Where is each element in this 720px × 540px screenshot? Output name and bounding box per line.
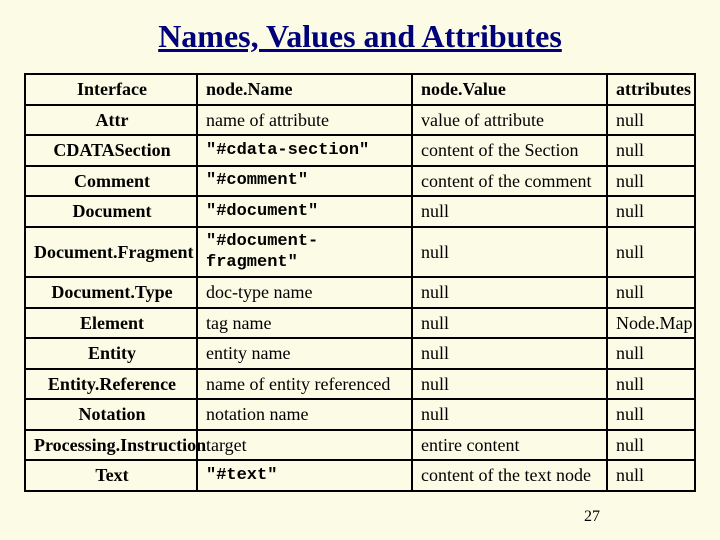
cell-attributes: null	[607, 277, 695, 308]
cell-nodevalue: null	[412, 338, 607, 369]
cell-nodename: name of entity referenced	[197, 369, 412, 400]
table-row: Attrname of attributevalue of attributen…	[25, 105, 695, 136]
cell-nodevalue: null	[412, 308, 607, 339]
col-nodevalue: node.Value	[412, 74, 607, 105]
cell-attributes: null	[607, 430, 695, 461]
table-row: Elementtag namenullNode.Map	[25, 308, 695, 339]
table-row: Entityentity namenullnull	[25, 338, 695, 369]
table-row: Entity.Referencename of entity reference…	[25, 369, 695, 400]
cell-nodevalue: null	[412, 196, 607, 227]
cell-interface: Document.Type	[25, 277, 197, 308]
table-row: Notationnotation namenullnull	[25, 399, 695, 430]
cell-interface: Entity.Reference	[25, 369, 197, 400]
cell-nodevalue: null	[412, 277, 607, 308]
cell-attributes: null	[607, 105, 695, 136]
cell-interface: Notation	[25, 399, 197, 430]
cell-nodename: target	[197, 430, 412, 461]
cell-interface: Document	[25, 196, 197, 227]
table-row: Text"#text"content of the text nodenull	[25, 460, 695, 491]
table-row: Comment"#comment"content of the commentn…	[25, 166, 695, 197]
cell-attributes: null	[607, 369, 695, 400]
cell-interface: Element	[25, 308, 197, 339]
cell-attributes: null	[607, 135, 695, 166]
cell-nodename: "#text"	[197, 460, 412, 491]
cell-nodename: "#comment"	[197, 166, 412, 197]
table-row: CDATASection"#cdata-section"content of t…	[25, 135, 695, 166]
cell-attributes: null	[607, 196, 695, 227]
cell-interface: CDATASection	[25, 135, 197, 166]
cell-nodename: entity name	[197, 338, 412, 369]
cell-nodename: notation name	[197, 399, 412, 430]
cell-nodename: "#cdata-section"	[197, 135, 412, 166]
cell-attributes: Node.Map	[607, 308, 695, 339]
table-row: Document.Fragment"#document-fragment"nul…	[25, 227, 695, 278]
table-header-row: Interfacenode.Namenode.Valueattributes	[25, 74, 695, 105]
cell-nodename: name of attribute	[197, 105, 412, 136]
table-row: Processing.Instructiontargetentire conte…	[25, 430, 695, 461]
col-interface: Interface	[25, 74, 197, 105]
cell-nodename: "#document-fragment"	[197, 227, 412, 278]
table-row: Document"#document"nullnull	[25, 196, 695, 227]
dom-interfaces-table: Interfacenode.Namenode.ValueattributesAt…	[24, 73, 696, 492]
cell-interface: Processing.Instruction	[25, 430, 197, 461]
cell-interface: Attr	[25, 105, 197, 136]
cell-nodevalue: content of the comment	[412, 166, 607, 197]
cell-interface: Entity	[25, 338, 197, 369]
slide: Names, Values and Attributes Interfaceno…	[0, 0, 720, 540]
cell-nodename: tag name	[197, 308, 412, 339]
table-row: Document.Typedoc-type namenullnull	[25, 277, 695, 308]
cell-interface: Text	[25, 460, 197, 491]
cell-nodevalue: content of the text node	[412, 460, 607, 491]
cell-attributes: null	[607, 166, 695, 197]
col-attributes: attributes	[607, 74, 695, 105]
cell-nodevalue: value of attribute	[412, 105, 607, 136]
cell-attributes: null	[607, 338, 695, 369]
cell-interface: Document.Fragment	[25, 227, 197, 278]
cell-nodename: "#document"	[197, 196, 412, 227]
cell-nodevalue: null	[412, 399, 607, 430]
cell-nodevalue: content of the Section	[412, 135, 607, 166]
cell-attributes: null	[607, 227, 695, 278]
page-number: 27	[584, 508, 600, 526]
cell-nodevalue: null	[412, 369, 607, 400]
cell-nodevalue: entire content	[412, 430, 607, 461]
col-nodename: node.Name	[197, 74, 412, 105]
page-title: Names, Values and Attributes	[24, 18, 696, 55]
cell-attributes: null	[607, 460, 695, 491]
cell-interface: Comment	[25, 166, 197, 197]
cell-attributes: null	[607, 399, 695, 430]
cell-nodevalue: null	[412, 227, 607, 278]
cell-nodename: doc-type name	[197, 277, 412, 308]
